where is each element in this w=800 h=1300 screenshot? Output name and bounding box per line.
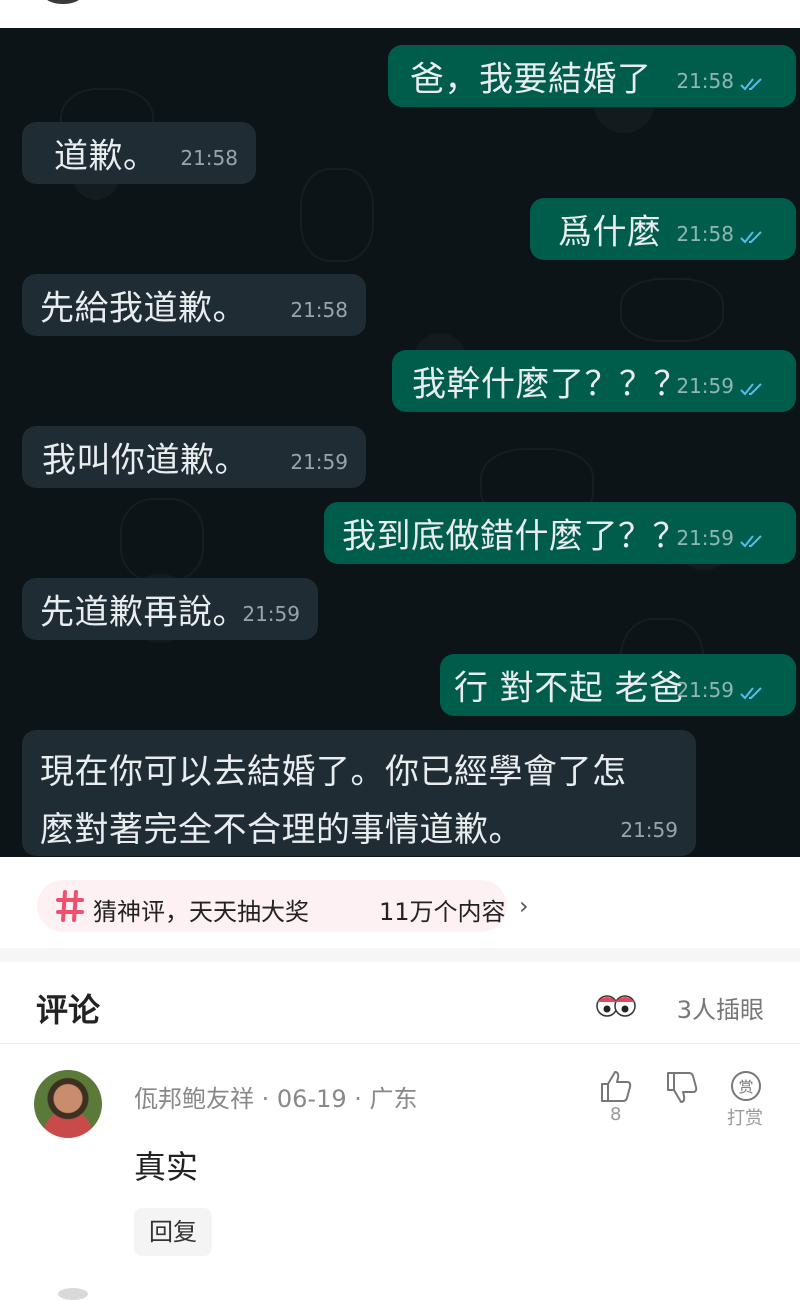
like-count: 8 [610, 1104, 622, 1125]
message-text: 行 對不起 老爸 [454, 668, 684, 709]
message-bubble-outgoing[interactable]: 行 對不起 老爸 21:59 [440, 654, 796, 716]
eyes-icon [596, 995, 636, 1017]
comments-title: 评论 [36, 991, 101, 1029]
message-bubble-outgoing[interactable]: 我幹什麼了？？？ 21:59 [392, 350, 796, 412]
wallpaper-doodle [300, 168, 374, 262]
message-text: 先給我道歉。 [40, 288, 247, 329]
message-text-line: 麼對著完全不合理的事情道歉。 [40, 810, 523, 850]
message-time: 21:58 [180, 146, 238, 170]
next-avatar-peek [58, 1288, 88, 1300]
double-check-icon [740, 535, 762, 548]
reply-button[interactable]: 回复 [134, 1208, 212, 1256]
message-bubble-incoming[interactable]: 先道歉再說。 21:59 [22, 578, 318, 640]
message-text: 我叫你道歉。 [42, 440, 249, 481]
chevron-right-icon: › [519, 892, 529, 920]
top-strip [0, 0, 800, 28]
message-text-line: 現在你可以去結婚了。你已經學會了怎 [40, 752, 627, 792]
message-text: 我幹什麼了？？？ [412, 364, 688, 405]
wallpaper-doodle [120, 498, 204, 582]
message-bubble-incoming[interactable]: 現在你可以去結婚了。你已經學會了怎 麼對著完全不合理的事情道歉。 21:59 [22, 730, 696, 856]
thumbs-down-icon[interactable] [664, 1070, 700, 1106]
tip-icon[interactable]: 赏 [730, 1070, 762, 1102]
topic-text: 猜神评，天天抽大奖 [93, 898, 309, 926]
message-time: 21:59 [620, 818, 678, 842]
hashtag-icon [56, 890, 84, 922]
message-bubble-incoming[interactable]: 道歉。 21:58 [22, 122, 256, 184]
message-time: 21:58 [676, 69, 734, 93]
double-check-icon [740, 383, 762, 396]
double-check-icon [740, 78, 762, 91]
message-text: 爲什麼 [558, 212, 662, 253]
message-time: 21:58 [290, 298, 348, 322]
divider [0, 1043, 800, 1044]
message-bubble-outgoing[interactable]: 我到底做錯什麼了？？ 21:59 [324, 502, 796, 564]
message-text: 我到底做錯什麼了？？ [342, 516, 687, 557]
message-bubble-incoming[interactable]: 我叫你道歉。 21:59 [22, 426, 366, 488]
double-check-icon [740, 687, 762, 700]
message-time: 21:58 [676, 222, 734, 246]
message-bubble-incoming[interactable]: 先給我道歉。 21:58 [22, 274, 366, 336]
chat-screenshot[interactable]: 爸，我要結婚了 21:58 道歉。 21:58 爲什麼 21:58 先給我道歉。… [0, 28, 800, 857]
thumbs-up-icon[interactable] [598, 1068, 634, 1104]
message-time: 21:59 [676, 526, 734, 550]
message-text: 先道歉再說。 [40, 592, 247, 633]
message-bubble-outgoing[interactable]: 爸，我要結婚了 21:58 [388, 45, 796, 107]
wallpaper-doodle [620, 278, 724, 342]
message-time: 21:59 [290, 450, 348, 474]
message-text: 道歉。 [54, 136, 158, 177]
avatar[interactable] [34, 1070, 102, 1138]
watchers-text: 3人插眼 [676, 996, 764, 1024]
topic-pill[interactable]: 猜神评，天天抽大奖 11万个内容 › [37, 880, 529, 932]
comment-meta[interactable]: 佤邦鲍友祥 · 06-19 · 广东 [134, 1079, 418, 1114]
status-icon [44, 0, 82, 4]
comment-text: 真实 [134, 1148, 199, 1186]
message-time: 21:59 [676, 678, 734, 702]
section-divider [0, 948, 800, 962]
double-check-icon [740, 231, 762, 244]
message-time: 21:59 [242, 602, 300, 626]
tip-label[interactable]: 打赏 [727, 1104, 763, 1130]
watchers-indicator[interactable]: 3人插眼 [594, 988, 764, 1024]
topic-count: 11万个内容 [379, 898, 506, 926]
svg-text:赏: 赏 [738, 1078, 753, 1096]
message-text: 爸，我要結婚了 [410, 59, 652, 100]
message-time: 21:59 [676, 374, 734, 398]
message-bubble-outgoing[interactable]: 爲什麼 21:58 [530, 198, 796, 260]
